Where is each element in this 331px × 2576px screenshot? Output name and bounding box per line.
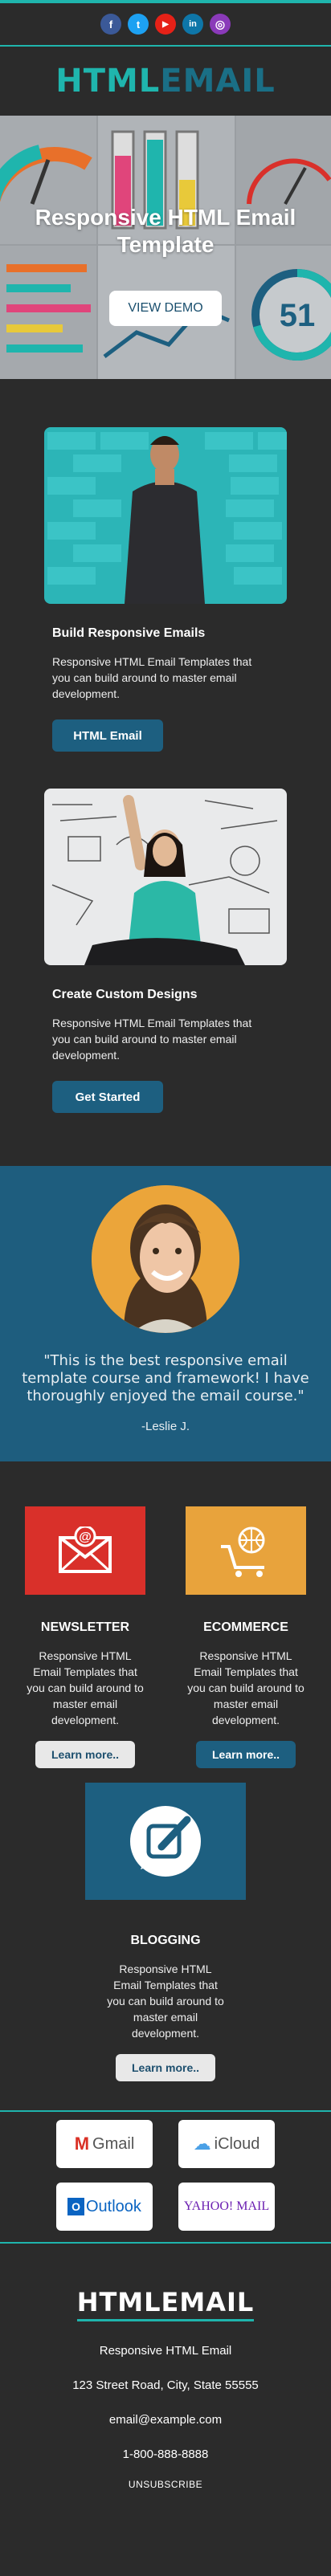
- client-label: Outlook: [85, 2197, 141, 2215]
- shopping-cart-globe-icon: [186, 1506, 306, 1595]
- card-image-man-brick-wall: [44, 427, 287, 604]
- feature-title: BLOGGING: [130, 1934, 201, 1947]
- feature-title: ECOMMERCE: [203, 1620, 288, 1634]
- icloud-logo: ☁ iCloud: [178, 2120, 275, 2168]
- learn-more-newsletter-button[interactable]: Learn more..: [35, 1741, 135, 1768]
- gauge-number: 51: [280, 298, 316, 333]
- divider: [0, 2242, 331, 2244]
- header-logo-row: HTMLEMAIL: [0, 47, 331, 116]
- learn-more-ecommerce-button[interactable]: Learn more..: [196, 1741, 296, 1768]
- cloud-icon: ☁: [193, 2134, 211, 2154]
- card-title: Create Custom Designs: [52, 988, 198, 1001]
- twitter-icon[interactable]: t: [128, 14, 149, 35]
- hero-banner: 51 Responsive HTML Email Template VIEW D…: [0, 116, 331, 379]
- card-image-woman-whiteboard: [44, 789, 287, 965]
- card-text: Responsive HTML Email Templates that you…: [52, 1017, 252, 1062]
- feature-title: NEWSLETTER: [40, 1620, 130, 1634]
- card-title: Build Responsive Emails: [52, 626, 206, 640]
- card-text: Responsive HTML Email Templates that you…: [52, 655, 252, 700]
- client-label: Gmail: [92, 2134, 135, 2153]
- gmail-icon: M: [74, 2134, 90, 2154]
- hero-title: Responsive HTML Email Template: [35, 205, 296, 257]
- email-page: f t ▶ in ◎ HTMLEMAIL 51 Responsive HTML …: [0, 0, 331, 2576]
- feature-ecommerce: ECOMMERCE Responsive HTML Email Template…: [174, 1506, 318, 1768]
- outlook-logo: O Outlook: [56, 2183, 153, 2231]
- feature-card-custom: Create Custom Designs Responsive HTML Em…: [44, 789, 287, 1113]
- feature-blogging: BLOGGING Responsive HTML Email Templates…: [85, 1783, 246, 2081]
- linkedin-icon[interactable]: in: [182, 14, 203, 35]
- instagram-icon[interactable]: ◎: [210, 14, 231, 35]
- view-demo-button[interactable]: VIEW DEMO: [109, 291, 222, 326]
- svg-text:@: @: [79, 1531, 92, 1544]
- get-started-button[interactable]: Get Started: [52, 1081, 163, 1113]
- logo-part-email: EMAIL: [160, 63, 276, 100]
- logo-part-html: HTML: [55, 63, 161, 100]
- site-logo[interactable]: HTMLEMAIL: [55, 63, 276, 100]
- social-bar: f t ▶ in ◎: [0, 0, 331, 47]
- feature-text: Responsive HTML Email Templates that you…: [27, 1649, 144, 1726]
- footer: HTMLEMAIL Responsive HTML Email 123 Stre…: [0, 2287, 331, 2490]
- footer-phone[interactable]: 1-800-888-8888: [0, 2448, 331, 2461]
- unsubscribe-link[interactable]: UNSUBSCRIBE: [0, 2479, 331, 2490]
- testimonial-section: "This is the best responsive email templ…: [0, 1166, 331, 1461]
- chat-pencil-icon: [85, 1783, 246, 1900]
- footer-logo[interactable]: HTMLEMAIL: [76, 2287, 255, 2321]
- client-label: YAHOO! MAIL: [183, 2199, 270, 2213]
- feature-newsletter: @ NEWSLETTER Responsive HTML Email Templ…: [13, 1506, 157, 1768]
- testimonial-author: -Leslie J.: [141, 1420, 190, 1433]
- email-at-icon: @: [25, 1506, 145, 1595]
- footer-address: 123 Street Road, City, State 55555: [72, 2378, 259, 2392]
- testimonial-quote: "This is the best responsive email templ…: [22, 1352, 309, 1404]
- feature-text: Responsive HTML Email Templates that you…: [187, 1649, 304, 1726]
- gmail-logo: M Gmail: [56, 2120, 153, 2168]
- facebook-icon[interactable]: f: [100, 14, 121, 35]
- divider: [0, 2110, 331, 2112]
- testimonial-avatar: [92, 1185, 239, 1333]
- feature-text: Responsive HTML Email Templates that you…: [107, 1963, 224, 2040]
- footer-company-name: Responsive HTML Email: [99, 2344, 232, 2358]
- feature-card-build: Build Responsive Emails Responsive HTML …: [44, 427, 287, 752]
- footer-email[interactable]: email@example.com: [0, 2413, 331, 2427]
- youtube-icon[interactable]: ▶: [155, 14, 176, 35]
- outlook-icon: O: [67, 2198, 84, 2215]
- learn-more-blogging-button[interactable]: Learn more..: [116, 2054, 215, 2081]
- yahoo-mail-logo: YAHOO! MAIL: [178, 2183, 275, 2231]
- client-label: iCloud: [214, 2134, 260, 2153]
- html-email-button[interactable]: HTML Email: [52, 719, 163, 752]
